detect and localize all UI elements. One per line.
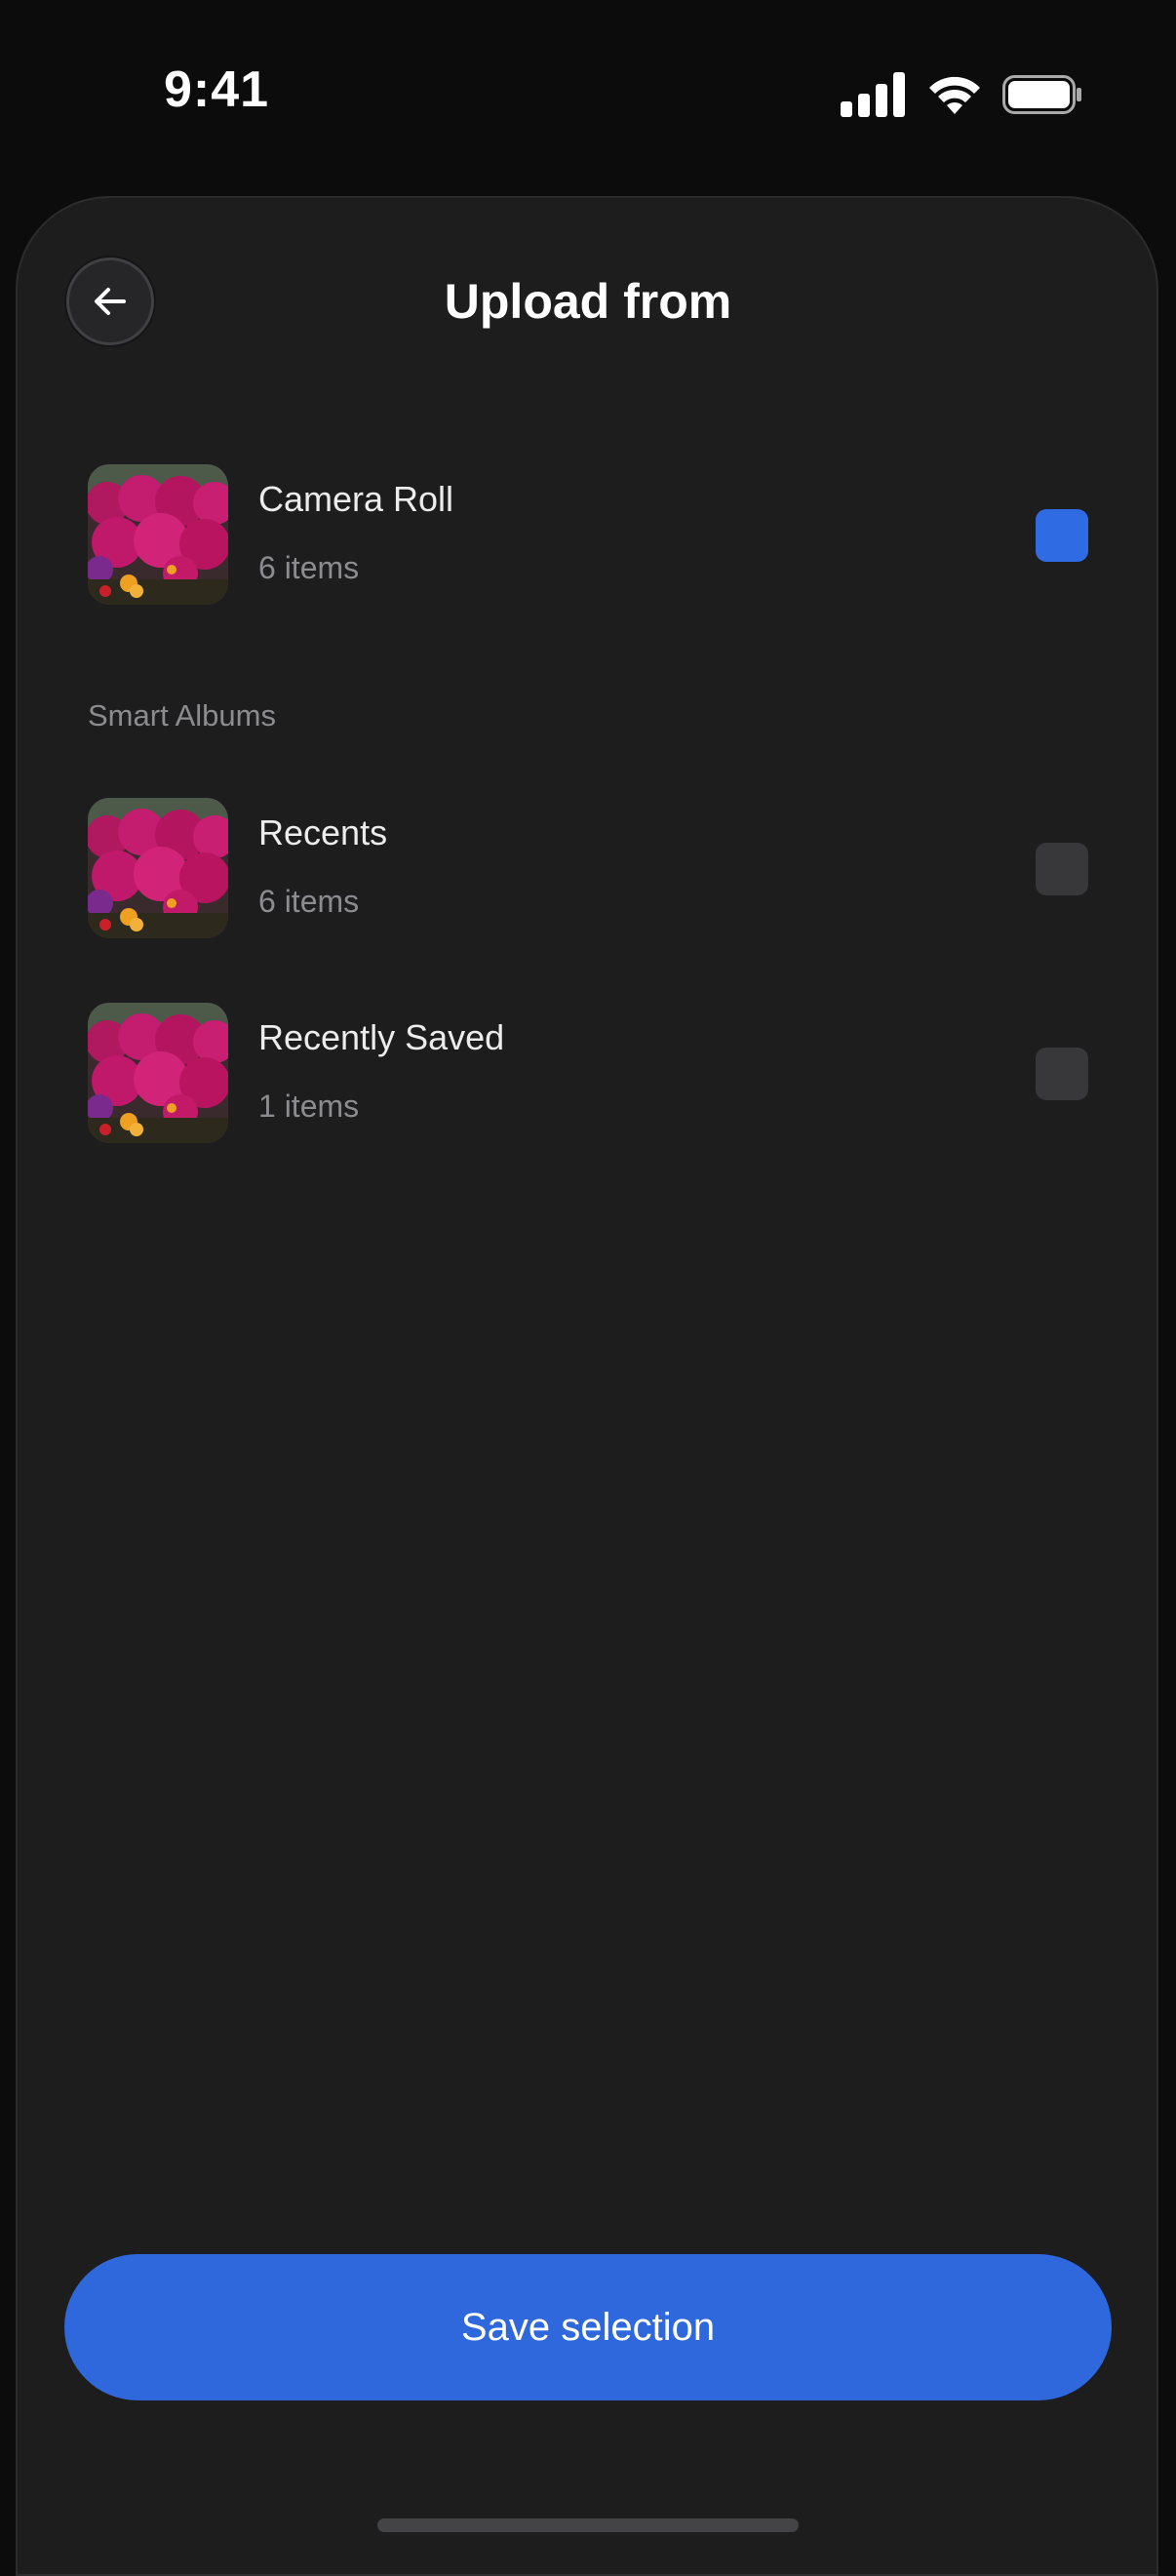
album-thumbnail — [88, 1003, 228, 1143]
wifi-icon — [929, 76, 980, 114]
album-thumbnail — [88, 798, 228, 938]
status-bar: 9:41 — [0, 0, 1176, 185]
checkbox-recents[interactable] — [1036, 843, 1088, 895]
album-count: 1 items — [258, 1089, 360, 1124]
section-label-smart-albums: Smart Albums — [88, 698, 276, 733]
album-row-recently-saved[interactable]: Recently Saved 1 items — [88, 1003, 1088, 1145]
cellular-signal-icon — [841, 72, 905, 117]
status-icons — [841, 72, 1082, 117]
page-title: Upload from — [444, 274, 732, 329]
album-row-camera-roll[interactable]: Camera Roll 6 items — [88, 464, 1088, 607]
save-selection-button[interactable]: Save selection — [64, 2254, 1112, 2400]
album-title: Recents — [258, 812, 388, 852]
album-count: 6 items — [258, 884, 360, 919]
album-thumbnail — [88, 464, 228, 605]
battery-icon — [1002, 75, 1081, 114]
home-indicator — [377, 2518, 799, 2532]
album-row-recents[interactable]: Recents 6 items — [88, 798, 1088, 940]
album-title: Camera Roll — [258, 479, 454, 519]
album-title: Recently Saved — [258, 1017, 505, 1057]
album-count: 6 items — [258, 550, 360, 585]
checkbox-camera-roll[interactable] — [1036, 509, 1088, 562]
checkbox-recently-saved[interactable] — [1036, 1048, 1088, 1100]
status-time: 9:41 — [164, 61, 270, 118]
